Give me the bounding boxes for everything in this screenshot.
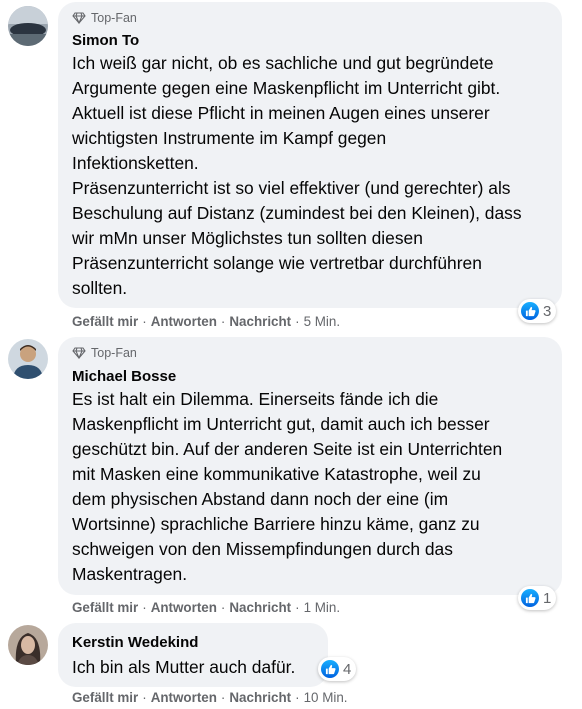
top-fan-badge: Top-Fan [72,11,137,25]
top-fan-badge: Top-Fan [72,346,137,360]
message-button[interactable]: Nachricht [229,600,291,615]
avatar-image [8,339,48,379]
comment-actions: Gefällt mir · Antworten · Nachricht · 5 … [72,314,340,329]
badge-label: Top-Fan [91,346,137,360]
avatar-image [8,6,48,46]
diamond-icon [72,347,86,359]
separator: · [142,314,147,329]
separator: · [142,600,147,615]
avatar[interactable] [8,339,48,379]
separator: · [295,690,300,705]
avatar[interactable] [8,6,48,46]
like-button[interactable]: Gefällt mir [72,690,138,705]
like-reaction-icon [321,660,339,678]
reaction-count[interactable]: 1 [518,586,557,610]
author-name[interactable]: Simon To [72,32,139,49]
avatar[interactable] [8,625,48,665]
like-reaction-icon [521,589,539,607]
like-button[interactable]: Gefällt mir [72,600,138,615]
message-button[interactable]: Nachricht [229,314,291,329]
author-name[interactable]: Kerstin Wedekind [72,634,198,651]
reaction-number: 1 [543,589,552,607]
badge-label: Top-Fan [91,11,137,25]
avatar-image [8,625,48,665]
timestamp[interactable]: 5 Min. [304,314,340,329]
reaction-count[interactable]: 4 [318,657,357,681]
separator: · [220,690,226,705]
separator: · [142,690,147,705]
comment-actions: Gefällt mir · Antworten · Nachricht · 10… [72,690,348,705]
separator: · [295,600,300,615]
comment-text: Ich weiß gar nicht, ob es sachliche und … [72,53,522,298]
comment-text: Ich bin als Mutter auch dafür. [72,657,296,677]
reply-button[interactable]: Antworten [151,314,217,329]
comment-actions: Gefällt mir · Antworten · Nachricht · 1 … [72,600,340,615]
reaction-count[interactable]: 3 [518,299,557,323]
separator: · [295,314,300,329]
timestamp[interactable]: 10 Min. [304,690,348,705]
reply-button[interactable]: Antworten [151,690,217,705]
timestamp[interactable]: 1 Min. [304,600,340,615]
comment-text: Es ist halt ein Dilemma. Einerseits fänd… [72,389,503,584]
separator: · [220,314,226,329]
author-name[interactable]: Michael Bosse [72,368,176,385]
message-button[interactable]: Nachricht [229,690,291,705]
reaction-number: 4 [343,660,352,678]
separator: · [220,600,226,615]
like-button[interactable]: Gefällt mir [72,314,138,329]
reaction-number: 3 [543,302,552,320]
like-reaction-icon [521,302,539,320]
reply-button[interactable]: Antworten [151,600,217,615]
diamond-icon [72,12,86,24]
